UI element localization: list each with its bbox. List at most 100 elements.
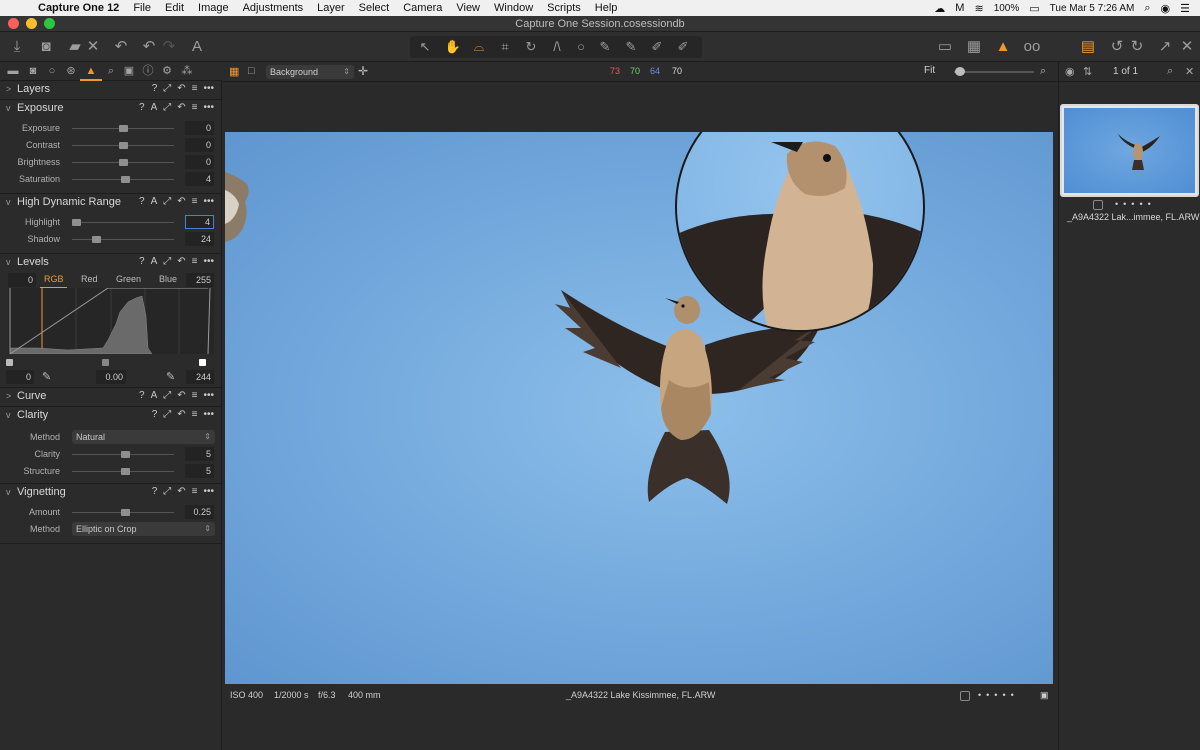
- levels-output-low[interactable]: 0: [6, 370, 34, 384]
- amount-slider-knob[interactable]: [121, 509, 131, 516]
- undo-icon[interactable]: ↶: [138, 37, 160, 57]
- metadata-tab-icon[interactable]: ⓘ: [141, 64, 155, 78]
- expand-tool-icon[interactable]: ⤢: [163, 409, 171, 420]
- brush-tool-icon[interactable]: ✎: [620, 37, 642, 57]
- levels-midpoint[interactable]: 0.00: [96, 370, 126, 384]
- expand-tool-icon[interactable]: ⤢: [163, 390, 171, 401]
- rotate-right-icon[interactable]: ↻: [1126, 37, 1148, 57]
- menu-file[interactable]: File: [133, 2, 151, 14]
- structure-slider-knob[interactable]: [121, 468, 131, 475]
- help-icon[interactable]: ?: [139, 390, 145, 401]
- menu-edit[interactable]: Edit: [165, 2, 184, 14]
- main-photo[interactable]: [225, 132, 1053, 684]
- more-options-icon[interactable]: •••: [203, 83, 214, 94]
- menu-window[interactable]: Window: [494, 2, 533, 14]
- collapse-chevron-icon[interactable]: v: [6, 257, 11, 267]
- clarity-method-select[interactable]: Natural ⇕: [72, 430, 215, 444]
- help-icon[interactable]: ?: [139, 196, 145, 207]
- clarity-header[interactable]: v Clarity ? ⤢ ↶ ≡ •••: [0, 407, 222, 425]
- levels-input-high[interactable]: 255: [186, 273, 214, 287]
- brightness-slider-knob[interactable]: [119, 159, 128, 166]
- spot-removal-icon[interactable]: ○: [570, 37, 592, 57]
- vignetting-method-select[interactable]: Elliptic on Crop ⇕: [72, 522, 215, 536]
- exposure-header[interactable]: v Exposure ? A ⤢ ↶ ≡ •••: [0, 100, 222, 118]
- details-tab-icon[interactable]: ⌕: [104, 64, 118, 78]
- presets-menu-icon[interactable]: ≡: [192, 390, 198, 401]
- more-options-icon[interactable]: •••: [203, 102, 214, 113]
- zoom-slider[interactable]: [954, 71, 1034, 73]
- auto-adjust-icon[interactable]: A: [151, 390, 158, 401]
- levels-header[interactable]: v Levels ? A ⤢ ↶ ≡ •••: [0, 254, 222, 272]
- thumbnail-selected[interactable]: [1060, 104, 1199, 197]
- wifi-icon[interactable]: ≋: [974, 2, 983, 15]
- spotlight-icon[interactable]: ⌕: [1144, 2, 1150, 15]
- m-app-icon[interactable]: M: [955, 2, 964, 14]
- expand-tool-icon[interactable]: ⤢: [163, 256, 171, 267]
- levels-tab-green[interactable]: Green: [116, 274, 141, 284]
- menu-help[interactable]: Help: [595, 2, 618, 14]
- zoom-fit-label[interactable]: Fit: [924, 65, 935, 76]
- reset-tool-icon[interactable]: ↶: [177, 102, 185, 113]
- contrast-slider-knob[interactable]: [119, 142, 128, 149]
- menu-view[interactable]: View: [456, 2, 480, 14]
- siri-icon[interactable]: ◉: [1161, 2, 1171, 15]
- thumbnail-select-checkbox[interactable]: [1093, 200, 1103, 210]
- import-icon[interactable]: ⤓: [6, 37, 28, 57]
- menu-app-name[interactable]: Capture One 12: [38, 2, 119, 14]
- batch-tab-icon[interactable]: ⁂: [180, 64, 194, 78]
- menu-layer[interactable]: Layer: [317, 2, 345, 14]
- color-tag-icon[interactable]: ▣: [1040, 690, 1049, 701]
- expand-tool-icon[interactable]: ⤢: [163, 83, 171, 94]
- layers-header[interactable]: > Layers ? ⤢ ↶ ≡ •••: [0, 81, 222, 99]
- contrast-value[interactable]: 0: [185, 138, 214, 152]
- levels-input-low[interactable]: 0: [8, 273, 36, 287]
- reset-tool-icon[interactable]: ↶: [177, 486, 185, 497]
- more-options-icon[interactable]: •••: [203, 256, 214, 267]
- levels-output-high[interactable]: 244: [186, 370, 214, 384]
- expand-tool-icon[interactable]: ⤢: [163, 102, 171, 113]
- saturation-slider-knob[interactable]: [121, 176, 131, 183]
- reset-tool-icon[interactable]: ↶: [177, 409, 185, 420]
- expand-tool-icon[interactable]: ⤢: [163, 196, 171, 207]
- delete-icon[interactable]: ✕: [82, 37, 104, 57]
- more-options-icon[interactable]: •••: [203, 486, 214, 497]
- pan-tool-icon[interactable]: ✋: [442, 37, 464, 57]
- reset-tool-icon[interactable]: ↶: [177, 390, 185, 401]
- highlight-slider-knob[interactable]: [72, 219, 82, 226]
- collapse-chevron-icon[interactable]: v: [6, 410, 11, 420]
- loupe-tool-icon[interactable]: ⌓: [468, 37, 490, 57]
- curve-header[interactable]: > Curve ? A ⤢ ↶ ≡ •••: [0, 388, 222, 406]
- levels-tab-red[interactable]: Red: [81, 274, 98, 284]
- brightness-value[interactable]: 0: [185, 155, 214, 169]
- menu-image[interactable]: Image: [198, 2, 229, 14]
- auto-adjust-icon[interactable]: A: [151, 102, 158, 113]
- picker-tool-icon[interactable]: ✎: [594, 37, 616, 57]
- shadow-slider[interactable]: [72, 239, 174, 240]
- clarity-slider-knob[interactable]: [121, 451, 131, 458]
- auto-adjust-icon[interactable]: A: [151, 196, 158, 207]
- levels-tab-blue[interactable]: Blue: [159, 274, 177, 284]
- help-icon[interactable]: ?: [152, 83, 158, 94]
- help-icon[interactable]: ?: [139, 256, 145, 267]
- rotate-tool-icon[interactable]: ↻: [520, 37, 542, 57]
- clarity-value[interactable]: 5: [185, 447, 214, 461]
- levels-histogram[interactable]: [8, 287, 214, 355]
- keystone-tool-icon[interactable]: /\: [546, 37, 568, 57]
- crop-tool-icon[interactable]: ⌗: [494, 37, 516, 57]
- amount-value[interactable]: 0.25: [185, 505, 214, 519]
- settings-icon[interactable]: ✕: [1176, 37, 1198, 57]
- eraser-tool-icon[interactable]: ✐: [672, 37, 694, 57]
- expand-tool-icon[interactable]: ⤢: [163, 486, 171, 497]
- eye-icon[interactable]: ◉: [1065, 65, 1075, 78]
- presets-menu-icon[interactable]: ≡: [192, 196, 198, 207]
- presets-menu-icon[interactable]: ≡: [192, 486, 198, 497]
- library-tab-icon[interactable]: ▬: [6, 64, 20, 78]
- battery-icon[interactable]: ▭: [1029, 2, 1039, 15]
- highlight-value[interactable]: 4: [185, 215, 214, 229]
- exposure-value[interactable]: 0: [185, 121, 214, 135]
- grid-icon[interactable]: ▦: [963, 37, 985, 57]
- select-cursor-icon[interactable]: ↖: [414, 37, 436, 57]
- reset-tool-icon[interactable]: ↶: [177, 83, 185, 94]
- search-icon[interactable]: ⌕: [1167, 65, 1173, 78]
- hdr-header[interactable]: v High Dynamic Range ? A ⤢ ↶ ≡ •••: [0, 194, 222, 212]
